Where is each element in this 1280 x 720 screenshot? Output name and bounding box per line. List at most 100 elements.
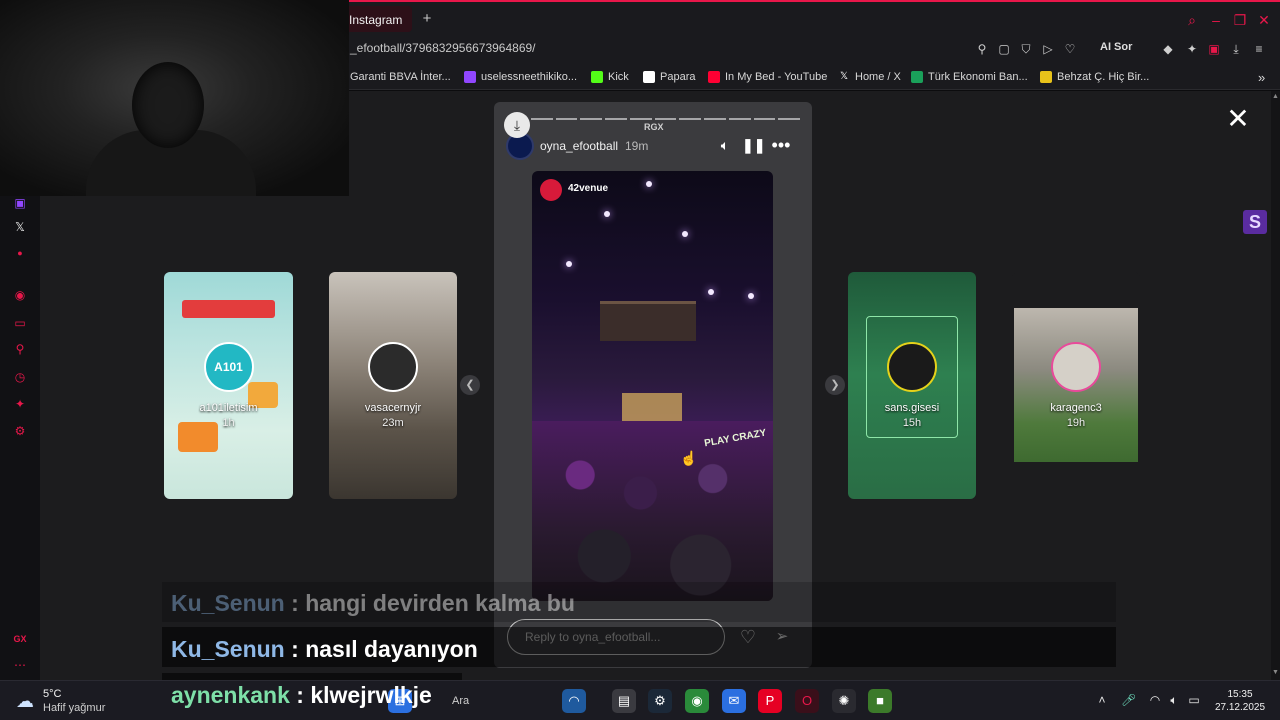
gx-sidebar-icon[interactable]: ● [11, 244, 29, 262]
progress-segment [654, 118, 677, 120]
minimize-icon[interactable]: – [1206, 10, 1226, 30]
microphone-icon[interactable]: 🎤︎ [1121, 693, 1136, 709]
play-icon[interactable]: ▷ [1038, 39, 1058, 59]
ai-sor-button[interactable]: AI Sor [1100, 41, 1132, 53]
story-progress-bar [506, 118, 800, 120]
scroll-up-icon[interactable]: ▲ [1271, 93, 1280, 102]
search-tabs-icon[interactable]: ⌕ [1182, 10, 1202, 30]
bookmark-x[interactable]: 𝕏 Home / X [838, 69, 901, 85]
battery-icon[interactable]: ▭ [1187, 693, 1201, 709]
tab-instagram[interactable]: Instagram [340, 6, 412, 32]
steam-icon[interactable]: ⚙ [648, 689, 672, 713]
story-card-karagenc3[interactable]: karagenc3 19h [1012, 272, 1140, 499]
clock-date: 27.12.2025 [1214, 702, 1266, 713]
story-username: sans.gisesi [884, 402, 940, 414]
opera-gx-icon[interactable]: O [795, 689, 819, 713]
story-username: a101iletisim [199, 402, 258, 414]
minecraft-icon[interactable]: ■ [868, 689, 892, 713]
scroll-down-icon[interactable]: ▼ [1271, 669, 1280, 678]
wallet-icon[interactable]: ▣ [1204, 39, 1224, 59]
twitch-sidebar-icon[interactable]: ▣ [11, 194, 29, 212]
story-media[interactable]: PLAY CRAZY 42venue [532, 171, 773, 601]
story-time: 1h [222, 417, 235, 429]
pin-icon[interactable]: ⚲ [972, 39, 992, 59]
bookmark-youtube[interactable]: In My Bed - YouTube [708, 69, 827, 85]
snapshot-icon[interactable]: ▢ [994, 39, 1014, 59]
discord-icon[interactable]: ◉ [685, 689, 709, 713]
bookmark-garanti[interactable]: Garanti BBVA İnter... [350, 69, 451, 85]
story-author-name[interactable]: oyna_efootball [540, 139, 618, 153]
heart-bookmark-icon[interactable]: ♡ [1060, 39, 1080, 59]
story-time: 19m [625, 139, 649, 153]
rgx-label: RGX [644, 122, 664, 132]
story-card-sans-gisesi[interactable]: sans.gisesi 15h [848, 272, 976, 499]
stage-light [708, 289, 714, 295]
bookmark-behzat[interactable]: Behzat Ç. Hiç Bir... [1040, 69, 1149, 85]
chat-message: Ku_Senun : hangi devirden kalma bu [171, 590, 575, 617]
bookmark-teb[interactable]: Türk Ekonomi Ban... [911, 69, 1028, 85]
close-story-button[interactable]: ✕ [1226, 105, 1250, 133]
story-time: 23m [382, 417, 404, 429]
bookmark-kick[interactable]: Kick [591, 69, 629, 85]
stage-light [566, 261, 572, 267]
x-sidebar-icon[interactable]: 𝕏 [11, 218, 29, 236]
search-box[interactable]: Ara [452, 695, 469, 707]
url-field[interactable]: _efootball/3796832956673964869/ [350, 41, 536, 55]
youtube-icon [708, 71, 720, 83]
extensions-sidebar-icon[interactable]: ✦ [11, 395, 29, 413]
clock[interactable]: 15:35 27.12.2025 [1212, 688, 1268, 714]
close-window-icon[interactable]: ✕ [1254, 10, 1274, 30]
chatgpt-icon[interactable]: ✺ [832, 689, 856, 713]
clock-time: 15:35 [1227, 689, 1253, 700]
story-time: 19h [1066, 417, 1086, 429]
teb-icon [911, 71, 923, 83]
shield-icon[interactable]: ⛉ [1016, 39, 1036, 59]
chat-username: aynenkank [171, 682, 290, 708]
volume-icon[interactable]: 🔈︎ [715, 135, 735, 155]
settings-icon[interactable]: ⚙ [11, 422, 29, 440]
scrollbar[interactable]: ▲ ▼ [1271, 91, 1280, 680]
progress-segment [580, 118, 602, 120]
gx-logo-icon: GX [13, 634, 27, 644]
progress-segment [629, 118, 652, 120]
speaker-icon[interactable]: 🔈︎ [1167, 693, 1181, 709]
webcam-overlay [0, 0, 349, 196]
progress-segment [605, 118, 627, 120]
diamond-icon[interactable]: ◆ [1158, 39, 1178, 59]
history-icon[interactable]: ◷ [11, 368, 29, 386]
story-card-vasacernyjr[interactable]: vasacernyjr 23m [329, 272, 457, 499]
next-story-button[interactable]: ❯ [825, 375, 845, 395]
more-icon[interactable]: ⋯ [11, 656, 29, 674]
crowd [532, 421, 773, 601]
menu-icon[interactable]: ≡ [1249, 39, 1269, 59]
maximize-icon[interactable]: ❐ [1230, 10, 1250, 30]
new-tab-button[interactable]: + [418, 10, 436, 28]
progress-segment [555, 118, 578, 120]
story-card-a101iletisim[interactable]: A101 a101iletisim 1h [164, 272, 293, 499]
pinterest-icon[interactable]: P [758, 689, 782, 713]
wifi-icon[interactable]: ◠ [1148, 693, 1162, 709]
download-icon[interactable]: ⤓ [1226, 39, 1246, 59]
workspace-icon[interactable]: ▭ [11, 314, 29, 332]
chat-message: Ku_Senun : nasıl dayanıyon [171, 636, 478, 663]
bookmark-papara[interactable]: Papara [643, 69, 695, 85]
download-story-icon[interactable]: ⤓ [504, 112, 530, 138]
tray-chevron-icon[interactable]: ˄ [1095, 693, 1109, 709]
extensions-icon[interactable]: ✦ [1182, 39, 1202, 59]
avatar [368, 342, 418, 392]
landscape-icon[interactable]: ◠ [562, 689, 586, 713]
pin-sidebar-icon[interactable]: ⚲ [11, 340, 29, 358]
mail-icon[interactable]: ✉ [722, 689, 746, 713]
previous-story-button[interactable]: ❮ [460, 375, 480, 395]
bookmarks-more-icon[interactable]: » [1258, 69, 1265, 85]
more-options-icon[interactable]: ••• [771, 135, 791, 155]
bookmark-twitch[interactable]: uselessneethikiko... [464, 69, 577, 85]
screen: Instagram + ⌕ – ❐ ✕ _efootball/379683295… [0, 0, 1280, 720]
chat-message: aynenkank : klwejrwlkje [171, 682, 432, 709]
stage-light [604, 211, 610, 217]
spotify-icon[interactable]: ◉ [11, 286, 29, 304]
bookmark-label: Garanti BBVA İnter... [350, 71, 451, 83]
task-view-icon[interactable]: ▤ [612, 689, 636, 713]
cloud-rain-icon[interactable]: ☁ [16, 690, 38, 712]
pause-icon[interactable]: ❚❚ [742, 135, 765, 155]
